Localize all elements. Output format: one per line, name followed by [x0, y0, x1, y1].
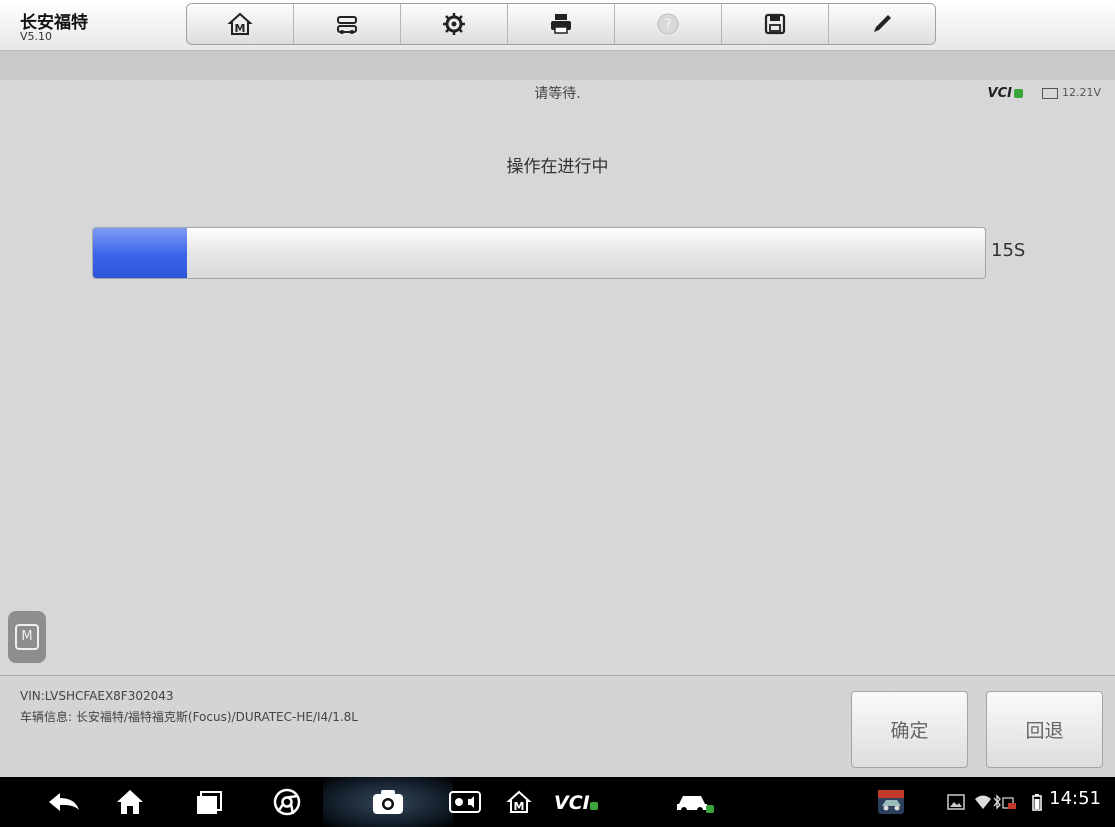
home-icon — [117, 790, 143, 814]
svg-text:M: M — [514, 800, 525, 813]
progress-time-label: 15S — [991, 240, 1026, 261]
screenshot-button[interactable] — [368, 787, 408, 817]
progress-fill — [93, 228, 187, 278]
help-button[interactable]: ? — [615, 4, 722, 44]
vci-manager-button[interactable]: VCI — [550, 787, 600, 817]
recent-apps-icon — [197, 791, 222, 814]
vehicle-swap-button[interactable] — [294, 4, 401, 44]
edit-button[interactable] — [829, 4, 935, 44]
notification-app-icon[interactable] — [875, 787, 907, 817]
vci-label: VCI — [987, 86, 1012, 101]
gallery-notification — [946, 787, 966, 817]
svg-text:?: ? — [664, 17, 671, 33]
svg-text:M: M — [235, 22, 246, 35]
status-message: 请等待. — [534, 86, 581, 102]
vehicle-button[interactable] — [670, 787, 720, 817]
car-icon — [677, 796, 714, 813]
floating-m-button[interactable]: M — [8, 611, 46, 663]
operation-message: 操作在进行中 — [506, 157, 609, 177]
image-icon — [947, 794, 965, 810]
vci-icon: VCI — [554, 792, 598, 814]
car-thumbnail-icon — [878, 790, 904, 814]
wifi-icon — [975, 795, 991, 809]
svg-text:VCI: VCI — [554, 792, 590, 814]
chrome-icon — [273, 788, 301, 816]
vci-connected-icon — [1014, 89, 1023, 98]
chrome-app-button[interactable] — [267, 787, 307, 817]
vin-text: VIN:LVSHCFAEX8F302043 — [20, 689, 174, 703]
home-m-icon: M — [227, 12, 253, 35]
bluetooth-icon — [993, 794, 1001, 810]
settings-button[interactable] — [401, 4, 508, 44]
vehicle-info-text: 车辆信息: 长安福特/福特福克斯(Focus)/DURATEC-HE/I4/1.… — [20, 710, 358, 724]
battery-icon — [1041, 87, 1058, 99]
vehicle-swap-icon — [337, 16, 357, 34]
print-button[interactable] — [508, 4, 615, 44]
autel-home-button[interactable]: M — [499, 787, 539, 817]
main-toolbar: M ? — [186, 3, 936, 45]
battery-status — [1030, 787, 1044, 817]
help-icon: ? — [657, 13, 679, 35]
system-clock: 14:51 — [1049, 788, 1101, 809]
home-m-icon: M — [506, 790, 532, 813]
vci-status: VCI — [988, 86, 1023, 101]
printer-icon — [551, 14, 571, 34]
status-icons — [970, 787, 1022, 817]
signal-icon — [1002, 797, 1016, 809]
nav-home-button[interactable] — [110, 787, 150, 817]
gear-icon — [443, 13, 465, 35]
save-button[interactable] — [722, 4, 829, 44]
nav-recents-button[interactable] — [189, 787, 229, 817]
back-button[interactable]: 回退 — [986, 691, 1103, 768]
home-button[interactable]: M — [187, 4, 294, 44]
app-version: V5.10 — [20, 30, 53, 43]
status-strip — [0, 51, 1115, 80]
pen-icon — [874, 15, 891, 32]
nav-back-button[interactable] — [44, 787, 84, 817]
camera-icon — [373, 790, 403, 814]
progress-bar — [92, 227, 986, 279]
brightness-volume-button[interactable] — [445, 787, 485, 817]
top-bar: 长安福特 V5.10 M ? — [0, 0, 1115, 51]
battery-voltage: 12.21V — [1041, 86, 1101, 99]
m-icon: M — [15, 624, 39, 650]
confirm-button[interactable]: 确定 — [851, 691, 968, 768]
brightness-icon — [449, 791, 481, 813]
back-arrow-icon — [49, 793, 79, 811]
voltage-value: 12.21V — [1061, 86, 1101, 99]
save-icon — [764, 13, 786, 35]
battery-icon — [1032, 794, 1042, 811]
